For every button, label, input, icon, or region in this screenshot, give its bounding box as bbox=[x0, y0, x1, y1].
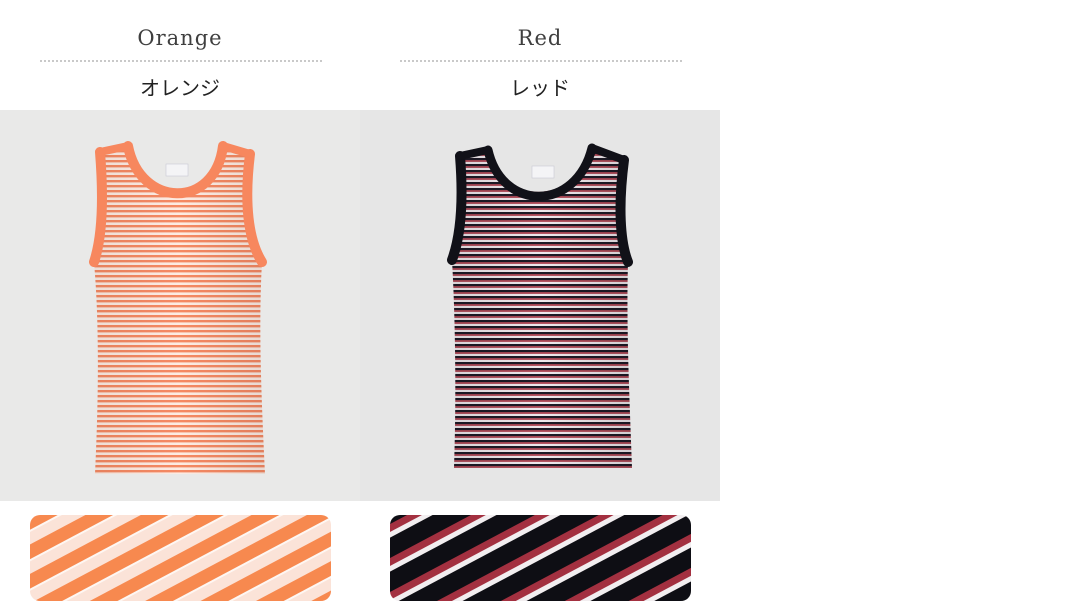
product-photo-orange bbox=[0, 110, 360, 501]
color-name-en: Orange bbox=[137, 26, 223, 50]
product-photo-red bbox=[360, 110, 720, 501]
color-name-en: Red bbox=[517, 26, 563, 50]
fabric-swatch-orange bbox=[30, 515, 331, 601]
tank-top-red-image bbox=[447, 143, 633, 468]
fabric-closeup-orange bbox=[30, 515, 331, 601]
variant-red: Red レッド bbox=[360, 0, 720, 601]
color-name-jp: レッド bbox=[510, 76, 570, 100]
variant-orange: Orange オレンジ bbox=[0, 0, 360, 601]
tank-top-orange-image bbox=[89, 141, 267, 474]
dotted-divider bbox=[40, 60, 322, 62]
dotted-divider bbox=[400, 60, 682, 62]
fabric-closeup-red bbox=[390, 515, 691, 601]
color-name-jp: オレンジ bbox=[140, 76, 220, 100]
fabric-swatch-red bbox=[390, 515, 691, 601]
